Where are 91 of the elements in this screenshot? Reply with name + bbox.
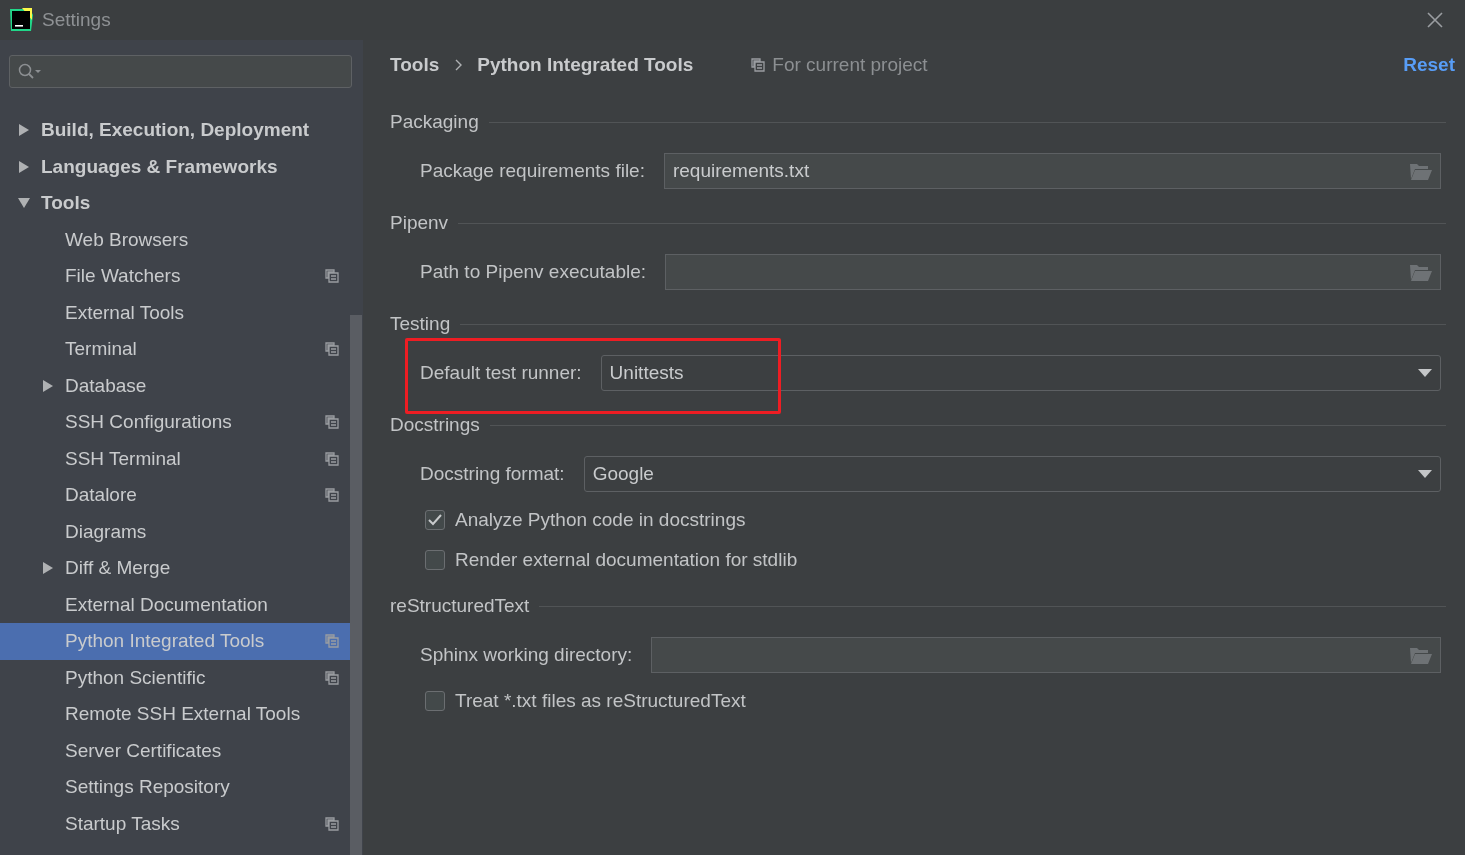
tree-item-label: Python Scientific [65, 666, 206, 689]
checkbox-label: Render external documentation for stdlib [455, 549, 798, 571]
copy-icon [325, 488, 339, 503]
scope-label: For current project [772, 54, 928, 76]
checkbox[interactable] [425, 550, 445, 570]
field-label: Docstring format: [420, 463, 565, 485]
tree-item-label: SSH Configurations [65, 411, 232, 434]
path-field[interactable] [651, 637, 1441, 673]
field-label: Path to Pipenv executable: [420, 261, 647, 283]
path-field[interactable]: requirements.txt [663, 153, 1441, 189]
tree-item[interactable]: Python Scientific [0, 659, 350, 696]
reset-link[interactable]: Reset [1403, 54, 1455, 76]
tree-item-label: Web Browsers [65, 228, 189, 251]
checkbox-label: Analyze Python code in docstrings [455, 509, 746, 531]
collapsed-arrow-icon[interactable] [18, 124, 30, 137]
checkbox-label: Treat *.txt files as reStructuredText [455, 690, 746, 712]
tree-item[interactable]: Server Certificates [0, 732, 350, 769]
chevron-icon [455, 59, 464, 71]
copy-icon [325, 451, 339, 466]
copy-icon [325, 415, 339, 430]
tree-item[interactable]: External Tools [0, 294, 350, 331]
collapsed-arrow-icon[interactable] [42, 379, 54, 392]
section-title: Pipenv [390, 212, 449, 234]
dropdown[interactable]: Google [583, 456, 1441, 492]
tree-item-label: Database [65, 374, 147, 397]
section-title: reStructuredText [390, 595, 530, 617]
tree-item-label: External Documentation [65, 593, 268, 616]
tree-item-label: External Tools [65, 301, 184, 324]
field-label: Sphinx working directory: [420, 644, 633, 666]
folder-icon[interactable] [1410, 162, 1432, 180]
section-title: Packaging [390, 111, 479, 133]
expanded-arrow-icon[interactable] [18, 197, 30, 210]
tree-item-label: Diagrams [65, 520, 147, 543]
field-label: Package requirements file: [420, 160, 645, 182]
tree-item[interactable]: Tools [0, 185, 350, 222]
folder-icon[interactable] [1410, 263, 1432, 281]
tree-item-label: Languages & Frameworks [41, 155, 278, 178]
field-label: Default test runner: [420, 362, 582, 384]
tree-item-label: SSH Terminal [65, 447, 181, 470]
tree-item-label: Build, Execution, Deployment [41, 119, 310, 142]
tree-item[interactable]: Terminal [0, 331, 350, 368]
tree-item-label: Startup Tasks [65, 812, 180, 835]
copy-icon [325, 342, 339, 357]
tree-item-label: Python Integrated Tools [65, 630, 265, 653]
search-icon [18, 62, 42, 81]
tree-item[interactable]: SSH Terminal [0, 440, 350, 477]
tree-item[interactable]: Diagrams [0, 513, 350, 550]
tree-item[interactable]: Database [0, 367, 350, 404]
checkbox[interactable] [425, 691, 445, 711]
path-field[interactable] [665, 254, 1441, 290]
app-logo-icon [8, 7, 34, 33]
tree-item[interactable]: Remote SSH External Tools [0, 696, 350, 733]
tree-item[interactable]: SSH Configurations [0, 404, 350, 441]
tree-item[interactable]: Datalore [0, 477, 350, 514]
copy-icon [325, 816, 339, 831]
search-field[interactable] [9, 55, 352, 88]
caret-icon [1418, 470, 1432, 478]
folder-icon[interactable] [1410, 646, 1432, 664]
window-title: Settings [42, 9, 111, 31]
dropdown[interactable]: Unittests [600, 355, 1441, 391]
tree-item-label: Server Certificates [65, 739, 222, 762]
tree-item[interactable]: External Documentation [0, 586, 350, 623]
tree-item[interactable]: Startup Tasks [0, 805, 350, 842]
section-title: Docstrings [390, 414, 480, 436]
copy-icon [325, 634, 339, 649]
checkbox[interactable] [425, 510, 445, 530]
tree-item-label: Tools [41, 192, 91, 215]
tree-item-label: File Watchers [65, 265, 181, 288]
breadcrumb-item[interactable]: Python Integrated Tools [477, 54, 694, 76]
tree-item-label: Terminal [65, 338, 137, 361]
copy-icon [751, 58, 766, 72]
tree-item-label: Settings Repository [65, 776, 230, 799]
tree-item[interactable]: Diff & Merge [0, 550, 350, 587]
tree-item-label: Remote SSH External Tools [65, 703, 301, 726]
breadcrumb-item[interactable]: Tools [390, 54, 440, 76]
tree-item-label: Diff & Merge [65, 557, 171, 580]
tree-item[interactable]: File Watchers [0, 258, 350, 295]
tree-item[interactable]: Settings Repository [0, 769, 350, 806]
tree-item-label: Datalore [65, 484, 137, 507]
close-icon[interactable] [1427, 12, 1443, 28]
collapsed-arrow-icon[interactable] [42, 562, 54, 575]
scrollbar[interactable] [350, 315, 362, 855]
copy-icon [325, 269, 339, 284]
tree-item[interactable]: Languages & Frameworks [0, 148, 350, 185]
copy-icon [325, 670, 339, 685]
tree-item[interactable]: Web Browsers [0, 221, 350, 258]
tree-item[interactable]: Build, Execution, Deployment [0, 112, 350, 149]
section-title: Testing [390, 313, 451, 335]
caret-icon [1418, 369, 1432, 377]
collapsed-arrow-icon[interactable] [18, 160, 30, 173]
tree-item[interactable]: Python Integrated Tools [0, 623, 350, 660]
